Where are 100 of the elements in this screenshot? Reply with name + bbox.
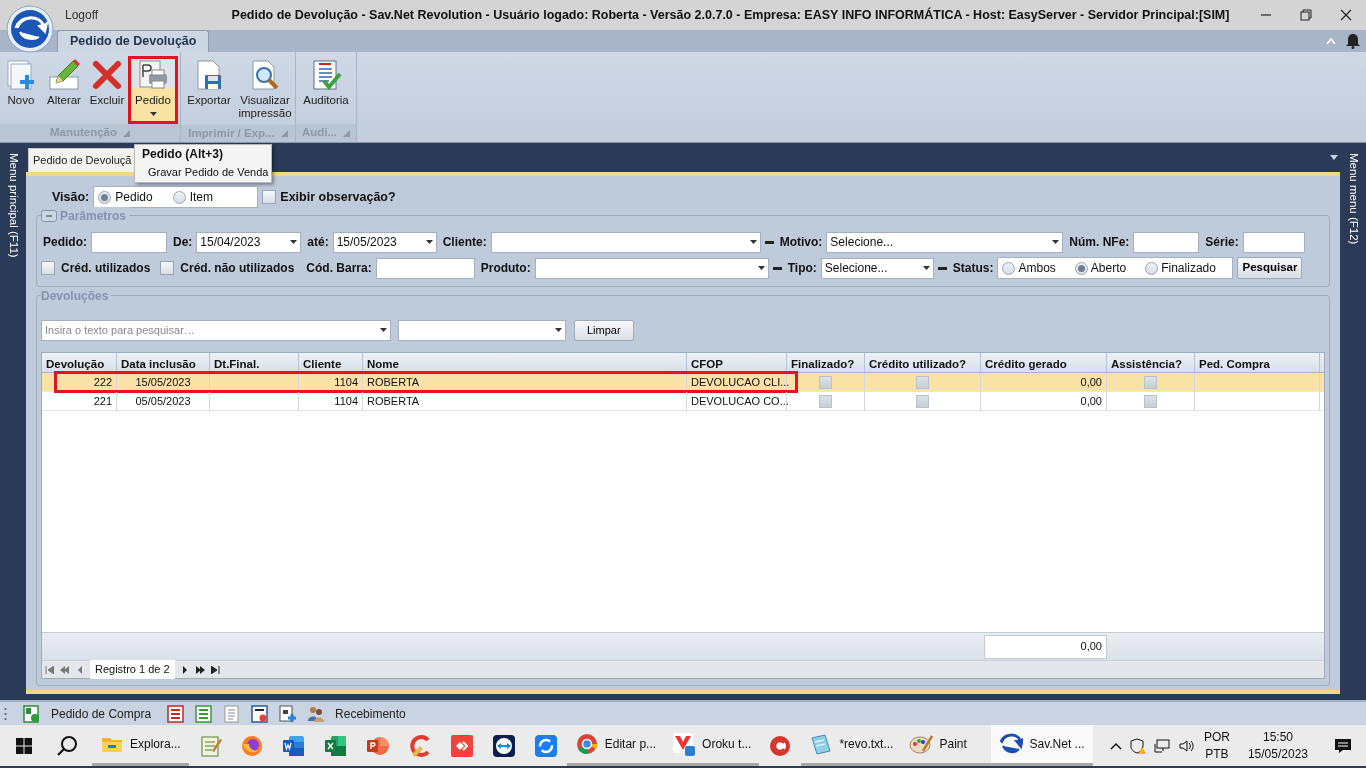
clear-icon[interactable] <box>772 266 782 270</box>
column-header[interactable]: Data inclusão <box>117 353 210 372</box>
search-field[interactable]: Insira o texto para pesquisar… <box>41 319 391 341</box>
clear-icon[interactable] <box>937 266 947 270</box>
group-title: Parâmetros <box>60 208 127 225</box>
text-field[interactable] <box>91 231 167 253</box>
taskbar-button[interactable]: Sav.Net ... <box>991 725 1093 766</box>
next-icon[interactable] <box>180 665 190 674</box>
column-header[interactable]: Cliente <box>299 353 363 372</box>
checkbox[interactable] <box>819 376 832 389</box>
dropdown-field[interactable] <box>398 319 566 341</box>
clock[interactable]: 15:50 15/05/2023 <box>1247 728 1308 763</box>
checkbox[interactable] <box>41 261 55 275</box>
side-menu-tab[interactable]: Menu menu (F12) <box>1344 153 1362 245</box>
checkbox-label: Créd. não utilizados <box>180 260 295 277</box>
invoice-icon[interactable] <box>251 704 270 723</box>
column-header[interactable]: Devolução <box>42 353 117 372</box>
checklist-icon <box>310 59 342 91</box>
taskbar-button[interactable]: Editar p... <box>566 725 665 766</box>
radio-label: Pedido <box>115 189 153 206</box>
column-header[interactable]: Nome <box>363 353 687 372</box>
date-field[interactable]: 15/04/2023 <box>196 231 302 253</box>
column-header[interactable]: Crédito gerado <box>981 353 1107 372</box>
shortcut-link[interactable]: Pedido de Compra <box>51 704 152 723</box>
dropdown-field[interactable]: Selecione... <box>820 257 934 279</box>
column-header[interactable]: Dt.Final. <box>210 353 299 372</box>
search-icon <box>56 734 78 757</box>
money-document-icon[interactable] <box>23 704 41 723</box>
logoff-link[interactable]: Logoff <box>65 6 215 24</box>
column-header[interactable]: Crédito utilizado? <box>865 353 981 372</box>
radio-button[interactable] <box>1002 261 1016 275</box>
fast-forward-icon[interactable] <box>195 665 205 674</box>
language-indicator[interactable]: POR PTB <box>1203 728 1230 763</box>
people-icon[interactable] <box>307 704 326 723</box>
spreadsheet-app-icon <box>323 733 348 758</box>
bell-icon[interactable] <box>1346 33 1360 49</box>
radio-button[interactable] <box>172 190 186 204</box>
window-title: Pedido de Devolução - Sav.Net Revolution - Usuário logado: Roberta - Versão 2.0.7.0 - Empresa: EASY INFO INFORMÁTICA - Host: EasyServer - Servidor Principal:[SIM] <box>230 6 1231 24</box>
date-field[interactable]: 15/05/2023 <box>332 231 437 253</box>
checkbox[interactable] <box>1144 395 1157 408</box>
dropdown-field[interactable] <box>534 257 769 279</box>
list-icon[interactable] <box>195 704 214 723</box>
checkbox[interactable] <box>916 376 929 389</box>
dropdown-field[interactable] <box>490 231 761 253</box>
list-icon[interactable] <box>167 704 186 723</box>
radio-button[interactable] <box>1074 261 1088 275</box>
grip-icon[interactable] <box>4 706 7 721</box>
search-button[interactable]: Pesquisar <box>1237 257 1303 279</box>
clear-icon[interactable] <box>764 240 774 244</box>
checkbox[interactable] <box>1144 376 1157 389</box>
ribbon-button[interactable]: Exportar <box>183 56 235 112</box>
field-label: Visão: <box>52 188 90 206</box>
ribbon-button[interactable]: Auditoria <box>298 56 354 112</box>
taskbar-button[interactable]: Explora... <box>92 725 189 766</box>
ribbon-tab[interactable]: Pedido de Devolução <box>57 30 210 52</box>
text-field[interactable] <box>1242 231 1305 253</box>
side-menu-tab[interactable]: Menu principal (F11) <box>4 153 22 258</box>
document-icon[interactable] <box>223 704 242 723</box>
taskbar-button[interactable]: *revo.txt... <box>801 725 902 766</box>
ribbon-button[interactable]: Excluir <box>88 56 126 112</box>
table-cell: 15/05/2023 <box>117 373 210 392</box>
rewind-icon[interactable] <box>60 665 69 674</box>
ribbon-button[interactable]: Alterar <box>42 56 86 112</box>
column-header[interactable]: CFOP <box>687 353 787 372</box>
skip-last-icon[interactable] <box>210 665 220 674</box>
chevron-up-icon[interactable] <box>1109 741 1122 750</box>
volume-icon[interactable] <box>1177 737 1196 754</box>
notification-icon[interactable] <box>1334 737 1352 754</box>
tab-list-icon[interactable] <box>1330 155 1338 160</box>
radio-button[interactable] <box>1145 261 1159 275</box>
caret-icon <box>757 266 765 270</box>
checkbox[interactable] <box>160 261 175 275</box>
checkbox[interactable] <box>916 395 929 408</box>
document-tab[interactable]: Pedido de Devoluçã <box>28 148 137 172</box>
collapse-icon[interactable] <box>41 210 57 222</box>
column-header[interactable]: Finalizado? <box>787 353 865 372</box>
text-field[interactable] <box>375 257 475 279</box>
column-header[interactable]: Assistência? <box>1107 353 1195 372</box>
ribbon-button[interactable]: Visualizar impressão <box>237 56 293 125</box>
checkbox[interactable] <box>819 395 832 408</box>
dropdown-field[interactable]: Selecione... <box>826 231 1064 253</box>
restore-icon[interactable] <box>1300 9 1312 21</box>
table-row[interactable]: 221 05/05/2023 1104 ROBERTA DEVOLUCAO CO... 0,00 <box>42 392 1324 411</box>
column-header[interactable]: Ped. Compra <box>1195 353 1320 372</box>
shortcut-link[interactable]: Recebimento <box>335 704 406 723</box>
radio-button[interactable] <box>98 190 112 204</box>
ribbon-button[interactable]: Novo <box>2 56 40 112</box>
caret-icon <box>380 328 387 332</box>
close-icon[interactable] <box>1340 9 1352 21</box>
table-row[interactable]: 222 15/05/2023 1104 ROBERTA DEVOLUCAO CLI... 0,00 <box>42 373 1324 392</box>
clear-button[interactable]: Limpar <box>574 319 634 341</box>
checkbox[interactable] <box>262 190 277 204</box>
shield-icon[interactable] <box>1129 737 1146 754</box>
field-label: Produto: <box>480 260 531 277</box>
ribbon-button[interactable]: Pedido <box>128 56 178 124</box>
skip-first-icon[interactable] <box>45 665 54 674</box>
add-document-icon[interactable] <box>279 704 298 723</box>
text-field[interactable] <box>1133 231 1200 253</box>
network-icon[interactable] <box>1153 737 1170 754</box>
taskbar-button[interactable]: Oroku t... <box>664 725 760 766</box>
